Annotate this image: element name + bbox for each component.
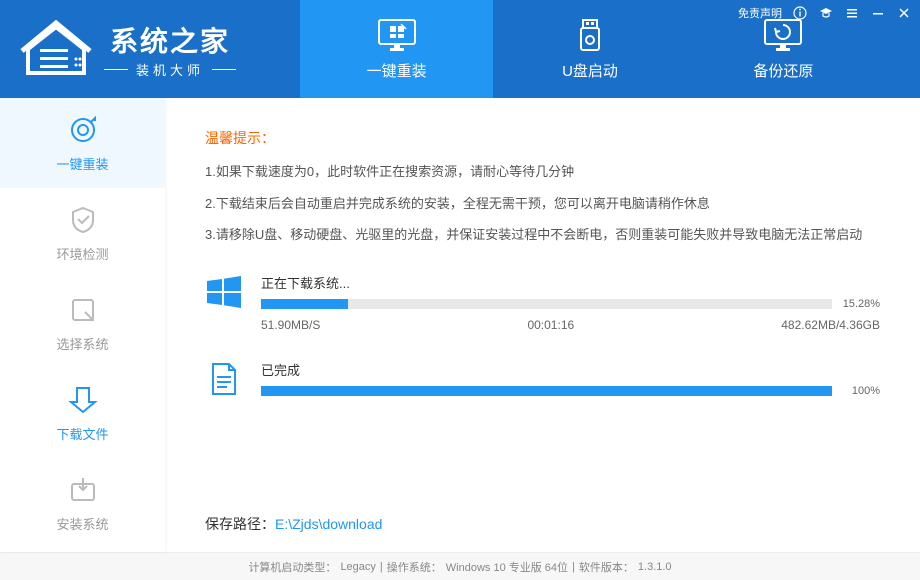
target-icon [67,114,99,146]
tab-reinstall[interactable]: 一键重装 [300,0,493,98]
os-label: 操作系统： [387,559,442,575]
logo-area: 系统之家 装机大师 [0,0,300,98]
graduation-icon[interactable] [818,5,834,21]
sidebar-label: 一键重装 [56,154,108,173]
download-percent: 15.28% [840,298,880,310]
sidebar-label: 安装系统 [56,514,108,533]
sidebar-item-download[interactable]: 下载文件 [0,368,165,458]
tips-title: 温馨提示： [205,128,880,148]
info-icon[interactable] [792,5,808,21]
sidebar: 一键重装 环境检测 选择系统 下载文件 安装系统 [0,98,165,552]
shield-icon [67,204,99,236]
os-value: Windows 10 专业版 64位 [446,559,568,575]
brand-title: 系统之家 [110,20,230,60]
complete-progress-bar [261,386,832,396]
sidebar-label: 环境检测 [56,244,108,263]
sidebar-item-env-check[interactable]: 环境检测 [0,188,165,278]
monitor-reinstall-icon [376,18,418,54]
settings-icon[interactable] [844,5,860,21]
version-label: 软件版本： [579,559,634,575]
sidebar-label: 下载文件 [56,424,108,443]
download-icon [67,384,99,416]
download-time: 00:01:16 [527,318,574,332]
tab-label: 一键重装 [367,60,427,81]
save-path: 保存路径：E:\Zjds\download [205,514,382,534]
disclaimer-link[interactable]: 免责声明 [738,5,782,21]
save-path-label: 保存路径： [205,516,275,532]
house-logo-icon [20,19,92,79]
header: 系统之家 装机大师 一键重装 U盘启动 备份还原 免责声明 [0,0,920,98]
download-system-row: 正在下载系统... 15.28% 51.90MB/S 00:01:16 482.… [205,273,880,332]
version-value: 1.3.1.0 [638,561,672,573]
tip-line: 2.下载结束后会自动重启并完成系统的安装，全程无需干预，您可以离开电脑请稍作休息 [205,194,880,214]
save-path-value[interactable]: E:\Zjds\download [275,516,382,532]
download-progress-bar [261,299,832,309]
window-controls: 免责声明 [738,5,912,21]
close-icon[interactable] [896,5,912,21]
sidebar-item-install[interactable]: 安装系统 [0,458,165,548]
main-content: 温馨提示： 1.如果下载速度为0，此时软件正在搜索资源，请耐心等待几分钟 2.下… [165,98,920,552]
complete-percent: 100% [840,385,880,397]
install-icon [67,474,99,506]
tip-line: 3.请移除U盘、移动硬盘、光驱里的光盘，并保证安装过程中不会断电，否则重装可能失… [205,225,880,245]
progress-section: 正在下载系统... 15.28% 51.90MB/S 00:01:16 482.… [205,273,880,398]
minimize-icon[interactable] [870,5,886,21]
complete-label: 已完成 [261,360,880,379]
footer: 计算机启动类型： Legacy | 操作系统： Windows 10 专业版 6… [0,552,920,580]
windows-icon [205,273,243,311]
tab-label: U盘启动 [562,60,618,81]
tab-usb-boot[interactable]: U盘启动 [493,0,686,98]
boot-type-value: Legacy [340,561,375,573]
usb-icon [569,18,611,54]
document-icon [205,360,243,398]
download-speed: 51.90MB/S [261,318,320,332]
backup-icon [762,18,804,54]
sidebar-label: 选择系统 [56,334,108,353]
tab-label: 备份还原 [753,60,813,81]
brand-subtitle: 装机大师 [104,60,236,79]
boot-type-label: 计算机启动类型： [248,559,336,575]
tip-line: 1.如果下载速度为0，此时软件正在搜索资源，请耐心等待几分钟 [205,162,880,182]
body: 一键重装 环境检测 选择系统 下载文件 安装系统 温馨提示： 1.如果下载速度为… [0,98,920,552]
sidebar-item-select-system[interactable]: 选择系统 [0,278,165,368]
download-label: 正在下载系统... [261,273,880,292]
download-size: 482.62MB/4.36GB [781,318,880,332]
select-icon [67,294,99,326]
sidebar-item-reinstall[interactable]: 一键重装 [0,98,165,188]
download-complete-row: 已完成 100% [205,360,880,398]
